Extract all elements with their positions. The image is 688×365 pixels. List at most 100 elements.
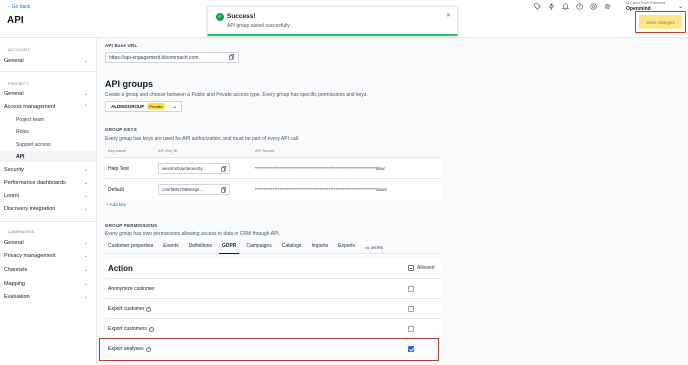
select-all-checkbox[interactable]: [408, 265, 414, 271]
tab-definitions[interactable]: Definitions: [186, 240, 215, 254]
chevron-down-icon: ⌄: [83, 252, 88, 259]
chevron-down-icon: ⌄: [83, 57, 88, 64]
toast-title: Success!: [227, 13, 256, 20]
copy-icon[interactable]: [221, 166, 227, 172]
chevron-up-icon: ⌃: [83, 103, 88, 110]
group-permissions-description: Every group has own permissions allowing…: [105, 231, 281, 237]
chevron-down-icon: ⌄: [83, 90, 88, 97]
allowed-checkbox[interactable]: [408, 326, 414, 332]
api-groups-description: Create a group and choose between a Publ…: [105, 92, 368, 98]
chevron-down-icon: ⌄: [83, 192, 88, 199]
chevron-down-icon[interactable]: ⌄: [678, 3, 683, 10]
sidebar-item-campaigns-general[interactable]: General ⌄: [0, 237, 96, 248]
tab-gdpr[interactable]: GDPR: [218, 240, 240, 254]
allowed-checkbox[interactable]: [408, 306, 414, 312]
sidebar-item-roles[interactable]: Roles: [0, 126, 96, 137]
chevron-down-icon: ⌄: [83, 266, 88, 273]
action-label: Anonymize customer: [108, 286, 155, 292]
header-icons: [534, 2, 611, 11]
private-badge: Private: [147, 103, 165, 110]
sidebar-item-discovery-integration[interactable]: Discovery integration ⌄: [0, 203, 96, 214]
tag-icon[interactable]: [534, 3, 541, 10]
sidebar: ACCOUNT General ⌄ PROJECT General ⌄ Acce…: [0, 38, 97, 365]
api-key-id-field[interactable]: c3orf9057090e3ge...: [158, 184, 230, 195]
chevron-down-icon: ⌄: [83, 293, 88, 300]
sidebar-divider: [0, 71, 96, 72]
tab-exports[interactable]: Exports: [335, 240, 358, 254]
chevron-left-icon: ‹: [8, 4, 10, 10]
sidebar-item-channels[interactable]: Channels ⌄: [0, 264, 96, 275]
allowed-column-header: Allowed: [408, 265, 435, 271]
page-title: API: [7, 15, 24, 26]
api-key-id-field[interactable]: wexshx0oje3eoex0y...: [158, 163, 230, 174]
info-icon[interactable]: i: [148, 326, 154, 332]
sidebar-item-support-access[interactable]: Support access: [0, 139, 96, 150]
copy-icon[interactable]: [221, 187, 227, 193]
chevron-down-icon: ⌄: [172, 103, 177, 110]
sidebar-item-loomi[interactable]: Loomi ⌄: [0, 190, 96, 201]
tab-catalogs[interactable]: Catalogs: [279, 240, 305, 254]
sidebar-section-account: ACCOUNT: [8, 47, 30, 52]
key-name: Hiep Test: [108, 166, 129, 172]
chevron-down-icon: ⌄: [83, 205, 88, 212]
tab-more[interactable]: ••• MORE: [362, 240, 386, 254]
column-api-secret: API Secret: [255, 148, 275, 153]
api-secret: ****************************************…: [255, 187, 388, 192]
table-row: Export customer i: [105, 298, 441, 318]
close-icon[interactable]: ✕: [446, 12, 451, 19]
table-row: Anonymize customer: [105, 278, 441, 298]
tab-events[interactable]: Events: [160, 240, 181, 254]
tab-campaigns[interactable]: Campaigns: [243, 240, 274, 254]
group-keys-label: GROUP KEYS: [105, 127, 137, 132]
toast-message: API group saved succesfully: [227, 23, 290, 29]
gear-icon[interactable]: [604, 3, 611, 10]
action-label: Export customer: [108, 306, 145, 312]
add-key-link[interactable]: + Add key: [106, 202, 126, 207]
success-toast: ✓ Success! API group saved succesfully ✕: [207, 6, 458, 36]
permissions-tabs: Customer properties Events Definitions G…: [105, 240, 441, 254]
table-row: Export customers i: [105, 318, 441, 338]
help-icon[interactable]: [576, 3, 583, 10]
sidebar-item-privacy-management[interactable]: Privacy management ⌄: [0, 250, 96, 261]
sidebar-section-campaigns: CAMPAIGNS: [8, 229, 35, 234]
chevron-down-icon: ⌄: [83, 179, 88, 186]
user-subtitle: QV and Tech Partners: [626, 0, 666, 5]
more-dots-icon: •••: [365, 244, 370, 250]
group-selector[interactable]: ALDINSGROUP Private ⌄: [105, 101, 182, 112]
copy-icon[interactable]: [229, 54, 235, 60]
key-name: Default: [108, 187, 124, 193]
info-icon[interactable]: i: [146, 306, 152, 312]
save-changes-button[interactable]: Save changes: [639, 15, 682, 29]
sidebar-item-project-team[interactable]: Project team: [0, 114, 96, 125]
api-base-url-label: API Base URL: [105, 43, 138, 48]
tab-customer-properties[interactable]: Customer properties: [105, 240, 156, 254]
settings-icon[interactable]: [590, 3, 597, 10]
api-base-url-field[interactable]: https://api-engagement.bloomreach.com: [105, 52, 239, 63]
sidebar-item-evaluation[interactable]: Evaluation ⌄: [0, 291, 96, 302]
bolt-icon[interactable]: [548, 2, 555, 11]
chevron-down-icon: ⌄: [83, 166, 88, 173]
sidebar-item-api[interactable]: API: [0, 151, 96, 162]
tab-imports[interactable]: Imports: [308, 240, 331, 254]
allowed-checkbox[interactable]: [408, 286, 414, 292]
sidebar-section-project: PROJECT: [8, 81, 29, 86]
keys-table-header: Key name API Key ID API Secret: [105, 146, 441, 156]
chevron-down-icon: ⌄: [83, 280, 88, 287]
go-back-link[interactable]: ‹ Go back: [8, 4, 30, 10]
group-permissions-label: GROUP PERMISSIONS: [105, 223, 158, 228]
sidebar-item-mapping[interactable]: Mapping ⌄: [0, 278, 96, 289]
api-secret: ****************************************…: [255, 166, 386, 171]
check-circle-icon: ✓: [216, 13, 224, 21]
column-key-name: Key name: [108, 148, 127, 153]
group-keys-description: Every group has keys are used for API au…: [105, 136, 300, 142]
chevron-down-icon: ⌄: [83, 239, 88, 246]
sidebar-item-account-general[interactable]: General ⌄: [0, 55, 96, 66]
sidebar-item-performance-dashboards[interactable]: Performance dashboards ⌄: [0, 177, 96, 188]
bell-icon[interactable]: [561, 3, 570, 10]
sidebar-item-access-management[interactable]: Access management ⌃: [0, 101, 96, 112]
export-analyses-highlight: [99, 338, 439, 361]
sidebar-item-security[interactable]: Security ⌄: [0, 164, 96, 175]
sidebar-item-project-general[interactable]: General ⌄: [0, 88, 96, 99]
action-column-header: Action: [108, 264, 133, 273]
table-row: Hiep Test wexshx0oje3eoex0y... *********…: [105, 157, 441, 179]
